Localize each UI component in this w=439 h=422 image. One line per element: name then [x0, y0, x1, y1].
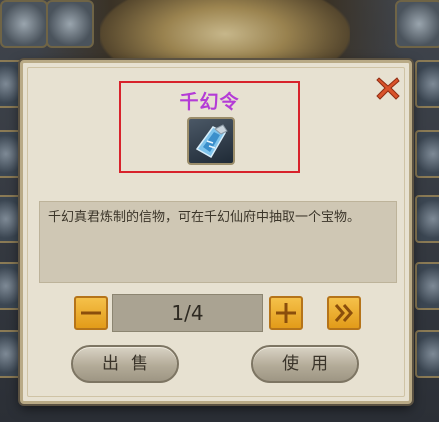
- quantity-field[interactable]: 1/4: [112, 294, 263, 332]
- use-button[interactable]: 使用: [251, 345, 359, 383]
- item-description: 千幻真君炼制的信物，可在千幻仙府中抽取一个宝物。: [39, 201, 397, 283]
- minus-icon: [81, 311, 101, 315]
- quantity-stepper: 1/4: [23, 293, 409, 333]
- max-quantity-button[interactable]: [327, 296, 361, 330]
- item-name: 千幻令: [179, 91, 240, 113]
- double-chevron-right-icon: [334, 304, 353, 322]
- background-icon: [0, 0, 48, 48]
- background-slot: [415, 262, 439, 310]
- close-button[interactable]: [373, 73, 403, 103]
- jade-token-icon: [195, 124, 228, 159]
- background-slot: [415, 60, 439, 108]
- background-slot: [415, 130, 439, 178]
- plus-icon: [276, 303, 296, 323]
- close-icon: [376, 77, 400, 100]
- increase-button[interactable]: [269, 296, 303, 330]
- decrease-button[interactable]: [74, 296, 108, 330]
- background-slot: [415, 195, 439, 243]
- background-icon: [395, 0, 439, 48]
- background-icon: [46, 0, 94, 48]
- sell-button[interactable]: 出售: [71, 345, 179, 383]
- item-highlight-box: 千幻令: [119, 81, 300, 173]
- item-icon-slot: [187, 117, 235, 165]
- background-slot: [415, 330, 439, 378]
- item-detail-dialog: 千幻令 千幻真君炼制的信物，可在千幻仙府中抽取一个宝物。 1/4 出售 使用: [20, 60, 412, 404]
